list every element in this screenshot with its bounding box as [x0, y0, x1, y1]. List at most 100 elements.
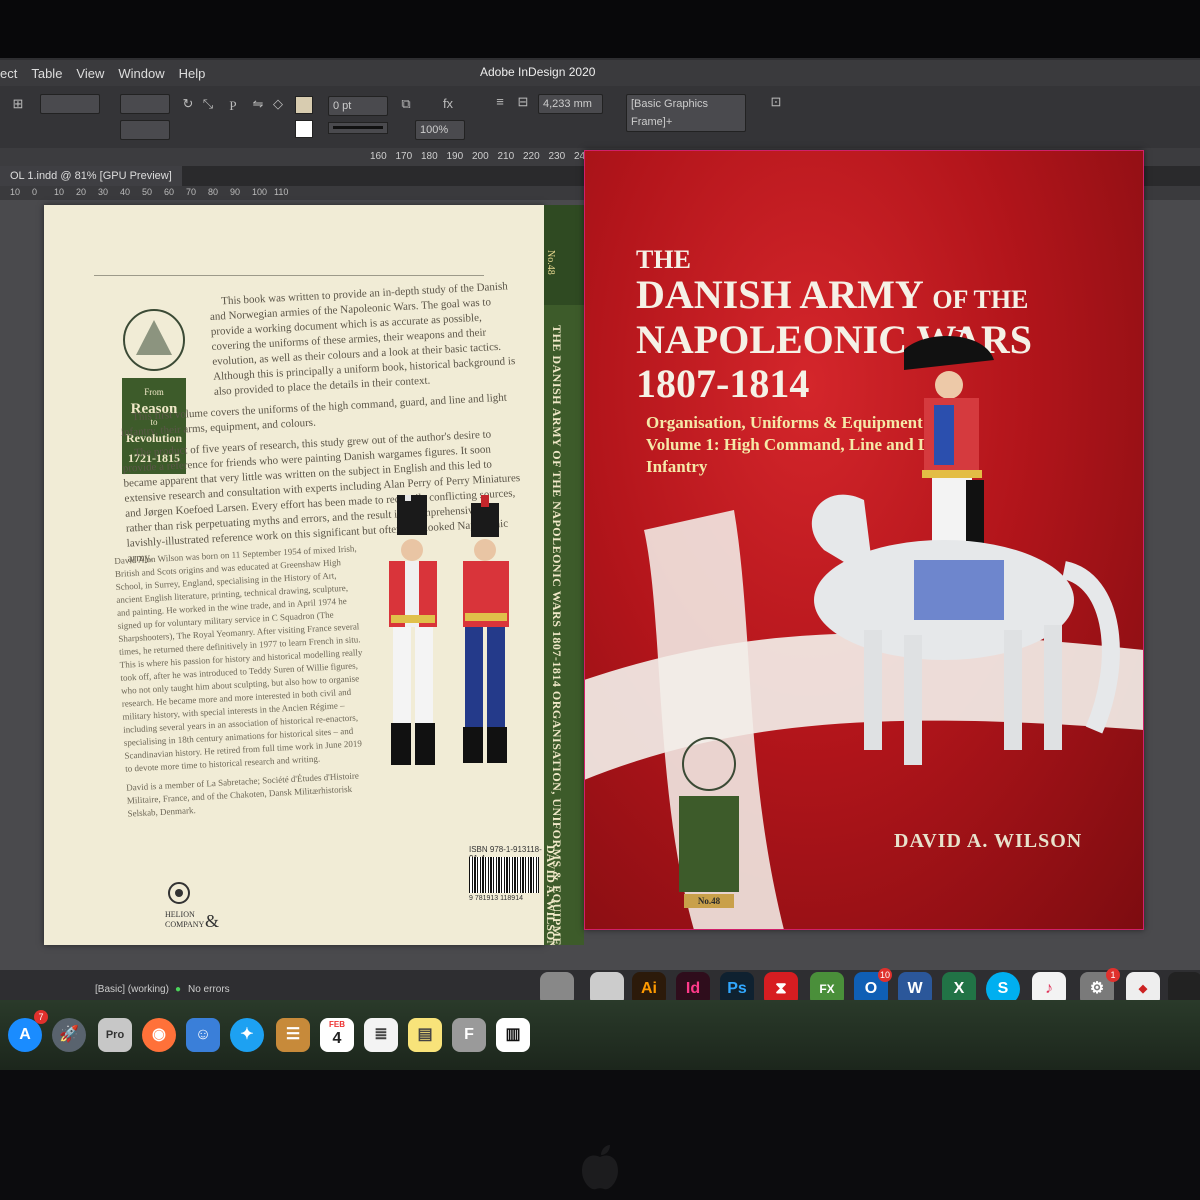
bio-paragraph-2: David is a member of La Sabretache; Soci…: [125, 770, 360, 819]
finder-like-icon[interactable]: ☺: [186, 1018, 220, 1052]
fill-swatch[interactable]: [295, 96, 313, 114]
preflight-status[interactable]: No errors: [188, 984, 230, 995]
font-book-icon[interactable]: F: [452, 1018, 486, 1052]
x-field[interactable]: [40, 94, 100, 114]
bio-paragraph-1: David Alan Wilson was born on 11 Septemb…: [114, 543, 363, 774]
calendar-day: 4: [332, 1030, 342, 1047]
mounted-officer-illustration: [811, 330, 1120, 765]
status-bar: [Basic] (working) ● No errors: [0, 980, 540, 1000]
firefox-icon[interactable]: ◉: [142, 1018, 176, 1052]
reminders-icon[interactable]: ≣: [364, 1018, 398, 1052]
menu-window[interactable]: Window: [118, 66, 164, 81]
outlook-badge: 10: [878, 968, 892, 982]
h-field[interactable]: [120, 120, 170, 140]
stroke-swatch[interactable]: [295, 120, 313, 138]
back-cover-rule: [94, 275, 484, 276]
ruler-tick-label: 80: [208, 187, 219, 197]
blurb-paragraph-1: This book was written to provide an in-d…: [209, 280, 516, 398]
object-style-select[interactable]: [Basic Graphics Frame]+: [626, 94, 746, 132]
w-field[interactable]: [120, 94, 170, 114]
dock: A 7 🚀 Pro ◉ ☺ ✦ ☰ FEB 4 ≣ ▤ F ▥: [0, 1000, 1200, 1070]
barcode-number: 9 781913 118914: [469, 895, 523, 902]
publisher-line2: COMPANY: [165, 920, 204, 929]
menu-table[interactable]: Table: [31, 66, 62, 81]
ruler-tick-label: 10: [10, 187, 21, 197]
front-title-danish-army: DANISH ARMY: [636, 272, 923, 317]
align-distribute-icon[interactable]: ⊟: [515, 94, 531, 110]
ruler-tick-label: 70: [186, 187, 197, 197]
spine-author: DAVID A. WILSON: [544, 845, 558, 945]
front-cover-page[interactable]: THE DANISH ARMY OF THE NAPOLEONIC WARS 1…: [584, 150, 1144, 930]
ruler-tick-label: 200: [472, 151, 489, 162]
opacity-field[interactable]: 100%: [415, 120, 465, 140]
front-author: DAVID A. WILSON: [894, 830, 1083, 852]
monitor-screen: ect Table View Window Help Adobe InDesig…: [0, 0, 1200, 1070]
stroke-weight-field[interactable]: 0 pt: [328, 96, 388, 116]
ruler-tick-label: 100: [252, 187, 268, 197]
dimension-field[interactable]: 4,233 mm: [538, 94, 603, 114]
front-emblem-number: No.48: [698, 896, 721, 906]
fitting-icon[interactable]: ⧉: [398, 96, 414, 112]
publisher-logo: HELION COMPANY &: [165, 882, 219, 931]
barcode: [469, 857, 539, 893]
preflight-ok-icon: ●: [175, 984, 182, 995]
ruler-tick-label: 60: [164, 187, 175, 197]
control-bar: ⊞ ↻ ⤡ P ⇋ ◇ 0 pt ⧉ fx 100% ≡ ⊟ 4,233 mm …: [0, 86, 1200, 149]
system-preferences-badge: 1: [1106, 968, 1120, 982]
author-biography: David Alan Wilson was born on 11 Septemb…: [114, 542, 373, 826]
ruler-tick-label: 220: [523, 151, 540, 162]
ruler-tick-label: 170: [395, 151, 413, 162]
type-on-path-icon[interactable]: P: [225, 98, 241, 114]
menu-view[interactable]: View: [76, 66, 104, 81]
ruler-tick-label: 10: [54, 187, 65, 197]
flip-icon[interactable]: ⇋: [250, 96, 266, 112]
publisher-ampersand: &: [205, 911, 219, 931]
reference-point-icon[interactable]: ⊞: [10, 96, 26, 112]
menu-bar: ect Table View Window Help Adobe InDesig…: [0, 60, 1200, 86]
barcode-app-icon[interactable]: ▥: [496, 1018, 530, 1052]
rotate-icon[interactable]: ↻: [180, 96, 196, 112]
front-title-of-the: OF THE: [932, 285, 1029, 314]
spine-title: THE DANISH ARMY OF THE NAPOLEONIC WARS 1…: [550, 325, 564, 945]
document-tab[interactable]: OL 1.indd @ 81% [GPU Preview]: [0, 166, 182, 186]
soldiers-illustration: [389, 495, 509, 765]
ruler-tick-label: 90: [230, 187, 241, 197]
launchpad-icon[interactable]: 🚀: [52, 1018, 86, 1052]
ruler-tick-label: 110: [274, 187, 289, 197]
align-icon[interactable]: ≡: [492, 94, 508, 110]
apple-logo-icon: [582, 1145, 618, 1190]
style-override-icon[interactable]: ⊡: [768, 94, 784, 110]
final-cut-pro-icon[interactable]: Pro: [98, 1018, 132, 1052]
notes-icon[interactable]: ▤: [408, 1018, 442, 1052]
monitor-bezel-top: [0, 0, 1200, 58]
back-cover-page[interactable]: From Reason to Revolution 1721-1815 This…: [44, 205, 544, 945]
select-container-icon[interactable]: ◇: [270, 96, 286, 112]
stroke-type-select[interactable]: [328, 122, 388, 134]
shear-icon[interactable]: ⤡: [200, 96, 216, 112]
ruler-tick-label: 210: [497, 151, 515, 162]
contacts-icon[interactable]: ☰: [276, 1018, 310, 1052]
menu-help[interactable]: Help: [179, 66, 206, 81]
calendar-icon[interactable]: FEB 4: [320, 1018, 354, 1052]
ruler-tick-label: 0: [32, 187, 38, 197]
ruler-tick-label: 180: [421, 151, 438, 162]
ruler-tick-label: 190: [446, 151, 464, 162]
ruler-tick-label: 40: [120, 187, 131, 197]
front-series-emblem: No.48: [679, 737, 739, 908]
twitter-icon[interactable]: ✦: [230, 1018, 264, 1052]
ruler-tick-label: 30: [98, 187, 109, 197]
spine-series-number: No.48: [545, 250, 556, 275]
style-status[interactable]: [Basic] (working): [95, 984, 169, 995]
monitor-bezel-bottom: [0, 1070, 1200, 1200]
menu-edit[interactable]: ect: [0, 66, 17, 81]
publisher-line1: HELION: [165, 910, 195, 919]
book-spine[interactable]: No.48 THE DANISH ARMY OF THE NAPOLEONIC …: [544, 205, 584, 945]
fx-icon[interactable]: fx: [440, 96, 456, 112]
ruler-tick-label: 230: [548, 151, 566, 162]
app-title: Adobe InDesign 2020: [480, 65, 596, 79]
ruler-tick-label: 160: [370, 151, 387, 162]
ruler-tick-label: 50: [142, 187, 153, 197]
front-title-the: THE: [636, 245, 691, 274]
app-store-badge: 7: [34, 1010, 48, 1024]
ruler-tick-label: 20: [76, 187, 87, 197]
